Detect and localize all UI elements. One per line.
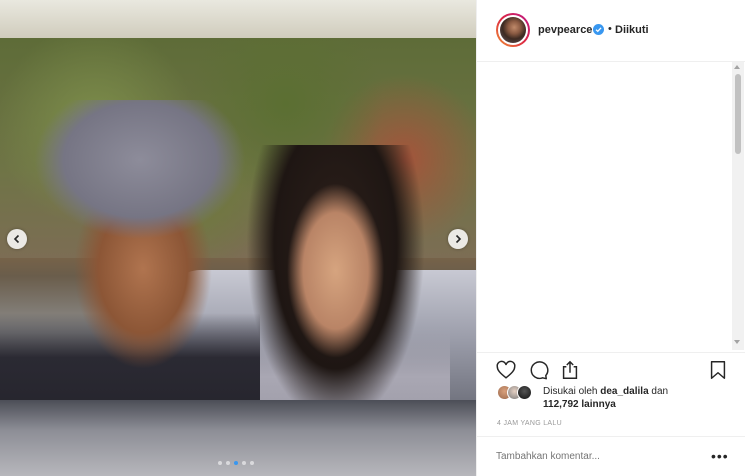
post-timestamp[interactable]: 4 JAM YANG LALU (497, 420, 562, 427)
comment-bar: ••• (477, 436, 745, 476)
comments-scrollbar[interactable] (732, 62, 744, 350)
scroll-up-arrow-icon[interactable] (734, 65, 740, 69)
likes-summary: Disukai oleh dea_dalila dan 112,792 lain… (543, 385, 733, 411)
carousel-dot (250, 461, 254, 465)
chevron-right-icon (455, 234, 462, 244)
likes-count-link[interactable]: 112,792 lainnya (543, 399, 616, 410)
bookmark-icon (710, 361, 726, 379)
likes-section: Disukai oleh dea_dalila dan 112,792 lain… (497, 385, 737, 415)
post-actions (477, 352, 745, 386)
header-separator: • (608, 23, 612, 35)
carousel-dot (234, 461, 238, 465)
heart-icon (496, 360, 516, 379)
post-photo[interactable] (0, 0, 476, 476)
carousel-dot (242, 461, 246, 465)
comments-area (477, 62, 745, 352)
avatar-image (500, 17, 526, 43)
post-header: pevpearce • Diikuti (477, 0, 745, 62)
carousel-indicator (218, 461, 254, 465)
instagram-post: pevpearce • Diikuti Disukai oleh dea_dal… (0, 0, 745, 476)
liked-by-and: dan (651, 386, 669, 397)
share-button[interactable] (559, 359, 581, 381)
comment-icon (530, 361, 549, 380)
share-icon (562, 360, 578, 379)
liked-by-user-link[interactable]: dea_dalila (600, 386, 648, 397)
username-link[interactable]: pevpearce (538, 24, 592, 36)
carousel-next-button[interactable] (448, 229, 468, 249)
comment-button[interactable] (527, 359, 549, 381)
verified-badge-icon (593, 24, 604, 35)
carousel-dot (218, 461, 222, 465)
following-button[interactable]: Diikuti (615, 24, 649, 36)
scroll-down-arrow-icon[interactable] (734, 340, 740, 344)
comment-input[interactable] (496, 451, 686, 462)
post-sidebar: pevpearce • Diikuti Disukai oleh dea_dal… (476, 0, 745, 476)
scroll-thumb[interactable] (735, 74, 741, 154)
carousel-dot (226, 461, 230, 465)
save-button[interactable] (707, 359, 729, 381)
avatar[interactable] (496, 13, 530, 47)
carousel-prev-button[interactable] (7, 229, 27, 249)
more-options-button[interactable]: ••• (711, 449, 729, 463)
photo-hat (20, 100, 260, 250)
liker-avatar[interactable] (517, 385, 532, 400)
chevron-left-icon (13, 234, 20, 244)
avatar-ring (498, 15, 528, 45)
liked-by-prefix: Disukai oleh (543, 386, 598, 397)
photo-border (0, 0, 476, 40)
like-button[interactable] (495, 359, 517, 381)
